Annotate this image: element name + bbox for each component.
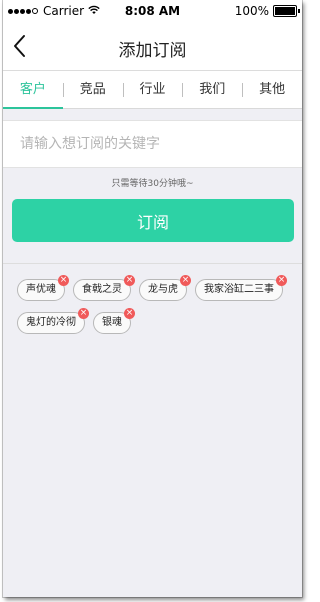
remove-icon[interactable]: × <box>180 275 191 286</box>
tag-item[interactable]: 我家浴缸二三事 × <box>195 275 287 301</box>
app-screen: Carrier 8:08 AM 100% 添加订阅 客户 竞品 行业 我们 其他… <box>3 0 302 597</box>
divider <box>3 263 302 264</box>
remove-icon[interactable]: × <box>78 308 89 319</box>
tab-industry[interactable]: 行业 <box>122 71 183 108</box>
tag-label: 食戟之灵 <box>82 284 122 295</box>
remove-icon[interactable]: × <box>276 275 287 286</box>
tag-label: 声优魂 <box>26 284 56 295</box>
status-right: 100% <box>234 4 300 18</box>
page-title: 添加订阅 <box>118 41 187 61</box>
tag-item[interactable]: 鬼灯的冷彻 × <box>17 308 89 334</box>
remove-icon[interactable]: × <box>124 308 135 319</box>
tag-label: 银魂 <box>102 317 122 328</box>
category-tabs: 客户 竞品 行业 我们 其他 <box>3 71 302 109</box>
battery-percent: 100% <box>234 4 269 18</box>
wait-hint: 只需等待30分钟哦~ <box>111 179 194 189</box>
tag-item[interactable]: 龙与虎 × <box>139 275 191 301</box>
keyword-input[interactable] <box>18 121 292 167</box>
tag-label: 龙与虎 <box>148 284 178 295</box>
remove-icon[interactable]: × <box>124 275 135 286</box>
search-bar <box>3 120 302 168</box>
status-bar: Carrier 8:08 AM 100% <box>3 0 302 22</box>
subscribe-button[interactable]: 订阅 <box>12 199 294 242</box>
tab-us[interactable]: 我们 <box>182 71 242 108</box>
tag-item[interactable]: 银魂 × <box>93 308 135 334</box>
tag-label: 鬼灯的冷彻 <box>26 317 76 328</box>
tab-competitor[interactable]: 竞品 <box>62 71 123 108</box>
battery-icon <box>273 5 300 17</box>
subscribed-tags: 声优魂 × 食戟之灵 × 龙与虎 × 我家浴缸二三事 × 鬼灯的冷彻 × 银魂 … <box>17 275 297 345</box>
tag-item[interactable]: 食戟之灵 × <box>73 275 135 301</box>
navigation-bar: 添加订阅 <box>3 22 302 71</box>
tab-customer[interactable]: 客户 <box>3 71 63 109</box>
tag-item[interactable]: 声优魂 × <box>17 275 69 301</box>
remove-icon[interactable]: × <box>58 275 69 286</box>
tab-other[interactable]: 其他 <box>242 71 302 108</box>
tag-label: 我家浴缸二三事 <box>204 284 274 295</box>
